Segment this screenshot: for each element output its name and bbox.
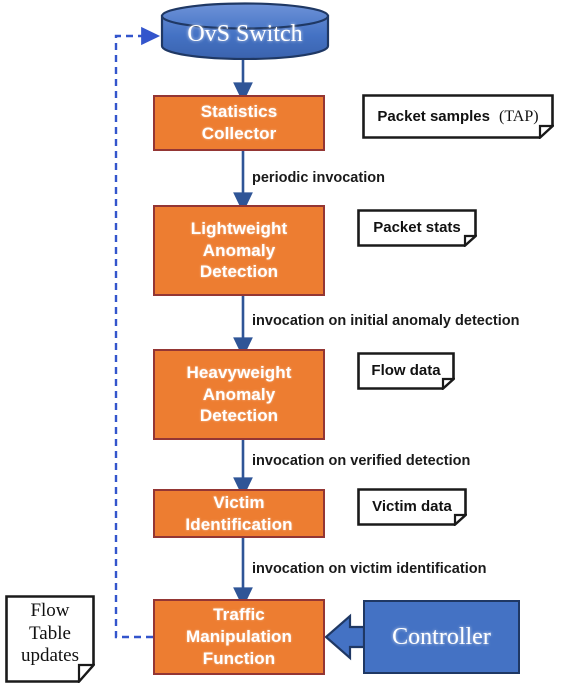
node-lightweight-anomaly-detection-line3: Detection bbox=[199, 262, 279, 282]
node-controller-label: Controller bbox=[392, 623, 491, 650]
node-heavyweight-anomaly-detection[interactable]: Heavyweight Anomaly Detection bbox=[153, 349, 325, 440]
node-victim-identification-line1: Victim bbox=[213, 492, 265, 512]
edge-label-periodic-invocation: periodic invocation bbox=[252, 170, 385, 186]
note-flow-data: Flow data bbox=[357, 352, 457, 391]
diagram-canvas: OvS Switch Statistics Collector Lightwei… bbox=[0, 0, 565, 685]
node-traffic-manipulation-function-line1: Traffic bbox=[213, 605, 265, 625]
node-lightweight-anomaly-detection-line2: Anomaly bbox=[202, 240, 276, 260]
node-victim-identification[interactable]: Victim Identification bbox=[153, 489, 325, 538]
node-controller[interactable]: Controller bbox=[363, 600, 520, 674]
note-packet-samples: Packet samples (TAP) bbox=[362, 94, 556, 141]
note-flow-table-updates: Flow Table updates bbox=[5, 595, 96, 685]
edge-label-initial-anomaly-detection: invocation on initial anomaly detection bbox=[252, 313, 520, 329]
node-statistics-collector-line1: Statistics bbox=[200, 102, 278, 122]
node-traffic-manipulation-function-line2: Manipulation bbox=[185, 627, 293, 647]
node-heavyweight-anomaly-detection-line3: Detection bbox=[199, 406, 279, 426]
note-victim-data: Victim data bbox=[357, 488, 469, 527]
node-victim-identification-line2: Identification bbox=[185, 514, 293, 534]
node-heavyweight-anomaly-detection-line1: Heavyweight bbox=[186, 362, 292, 382]
node-lightweight-anomaly-detection[interactable]: Lightweight Anomaly Detection bbox=[153, 205, 325, 296]
node-traffic-manipulation-function[interactable]: Traffic Manipulation Function bbox=[153, 599, 325, 675]
note-packet-stats: Packet stats bbox=[357, 209, 479, 248]
node-lightweight-anomaly-detection-line1: Lightweight bbox=[190, 218, 288, 238]
node-ovs-switch[interactable]: OvS Switch bbox=[160, 2, 330, 61]
node-heavyweight-anomaly-detection-line2: Anomaly bbox=[202, 384, 276, 404]
edge-traffic-to-ovs-feedback bbox=[114, 26, 161, 639]
node-traffic-manipulation-function-line3: Function bbox=[202, 648, 276, 668]
edge-label-verified-detection: invocation on verified detection bbox=[252, 453, 471, 469]
node-statistics-collector[interactable]: Statistics Collector bbox=[153, 95, 325, 151]
node-statistics-collector-line2: Collector bbox=[201, 124, 277, 143]
block-arrow-controller-to-traffic bbox=[324, 613, 366, 661]
edge-label-victim-identification: invocation on victim identification bbox=[252, 561, 487, 577]
